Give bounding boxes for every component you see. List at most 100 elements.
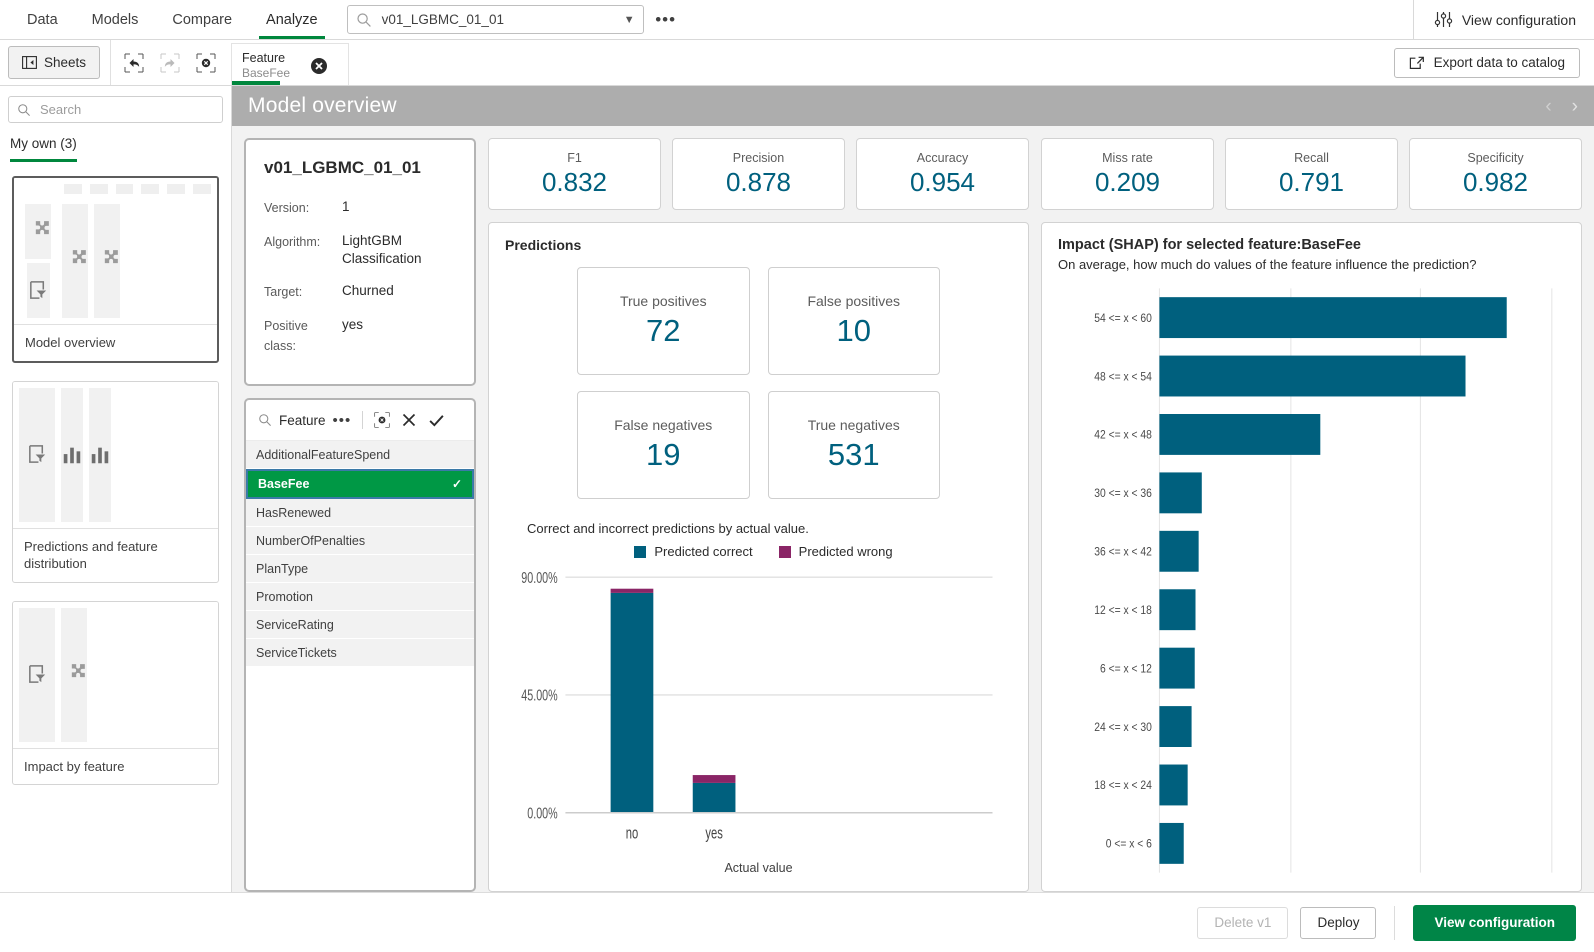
- cm-true-positives[interactable]: True positives 72: [577, 267, 750, 375]
- cm-true-negatives[interactable]: True negatives 531: [768, 391, 941, 499]
- sheets-button-label: Sheets: [44, 55, 86, 70]
- view-configuration-top-button[interactable]: View configuration: [1413, 0, 1594, 39]
- feature-list-item[interactable]: NumberOfPenalties: [246, 527, 474, 555]
- step-back-button[interactable]: [119, 48, 149, 78]
- model-info-value: yes: [342, 316, 363, 356]
- prev-sheet-button[interactable]: ‹: [1545, 97, 1551, 116]
- shap-subtitle: On average, how much do values of the fe…: [1058, 257, 1565, 272]
- sheet-card-model-overview[interactable]: Model overview: [12, 176, 219, 363]
- close-icon[interactable]: [310, 57, 328, 75]
- feature-list-item[interactable]: PlanType: [246, 555, 474, 583]
- kpi-accuracy[interactable]: Accuracy 0.954: [856, 138, 1029, 210]
- model-info-value: Churned: [342, 282, 394, 302]
- feature-list-item[interactable]: ServiceTickets: [246, 639, 474, 667]
- search-icon[interactable]: [258, 413, 272, 427]
- kpi-f1[interactable]: F1 0.832: [488, 138, 661, 210]
- sheet-card-predictions-and-feature-distribution[interactable]: Predictions and feature distribution: [12, 381, 219, 583]
- clear-selections-button[interactable]: [191, 48, 221, 78]
- predictions-chart-svg: 0.00%45.00%90.00%noyes: [505, 563, 1012, 861]
- search-icon: [356, 12, 372, 28]
- feature-list-item[interactable]: AdditionalFeatureSpend: [246, 441, 474, 469]
- confirm-selection-button[interactable]: [426, 410, 446, 430]
- nav-models[interactable]: Models: [75, 0, 156, 39]
- sheet-pagination: ‹ ›: [1545, 97, 1578, 116]
- check-icon: [428, 412, 445, 429]
- active-selection-chip[interactable]: Feature BaseFee: [231, 43, 349, 85]
- kpi-miss-rate[interactable]: Miss rate 0.209: [1041, 138, 1214, 210]
- sheet-search-placeholder: Search: [40, 102, 81, 117]
- cm-false-positives[interactable]: False positives 10: [768, 267, 941, 375]
- svg-text:54 <= x < 60: 54 <= x < 60: [1094, 312, 1152, 325]
- active-selection-value: BaseFee: [242, 66, 290, 81]
- kpi-value: 0.878: [726, 167, 791, 198]
- kpi-precision[interactable]: Precision 0.878: [672, 138, 845, 210]
- nav-analyze[interactable]: Analyze: [249, 0, 335, 39]
- step-back-icon: [123, 52, 145, 74]
- export-icon: [1409, 55, 1425, 70]
- feature-label: BaseFee: [258, 477, 309, 491]
- footer-bar: Delete v1 Deploy View configuration: [0, 892, 1594, 952]
- sheet-card-label: Predictions and feature distribution: [13, 528, 218, 582]
- filter-pane-icon: [27, 279, 50, 302]
- shap-bar-chart[interactable]: 54 <= x < 6048 <= x < 5442 <= x < 4830 <…: [1058, 282, 1565, 879]
- model-more-button[interactable]: •••: [653, 7, 679, 33]
- kpi-label: Miss rate: [1102, 151, 1153, 165]
- thumb-col-3: [94, 204, 120, 318]
- feature-list-item[interactable]: HasRenewed: [246, 499, 474, 527]
- clear-selection-button[interactable]: [372, 410, 392, 430]
- kpi-value: 0.982: [1463, 167, 1528, 198]
- svg-text:45.00%: 45.00%: [521, 687, 557, 704]
- feature-list-item[interactable]: Promotion: [246, 583, 474, 611]
- sheet-search-input[interactable]: Search: [8, 96, 223, 123]
- legend-item-predicted-wrong[interactable]: Predicted wrong: [779, 544, 893, 559]
- step-forward-button[interactable]: [155, 48, 185, 78]
- feature-label: PlanType: [256, 562, 308, 576]
- feature-list-item[interactable]: ServiceRating: [246, 611, 474, 639]
- kpi-recall[interactable]: Recall 0.791: [1225, 138, 1398, 210]
- export-data-button[interactable]: Export data to catalog: [1394, 48, 1580, 78]
- body: Search My own (3): [0, 86, 1594, 892]
- feature-label: ServiceTickets: [256, 646, 337, 660]
- shap-title: Impact (SHAP) for selected feature:BaseF…: [1058, 237, 1565, 253]
- deploy-button[interactable]: Deploy: [1300, 907, 1376, 939]
- feature-filter-pane: Feature •••: [244, 398, 476, 892]
- chevron-down-icon[interactable]: ▼: [624, 14, 635, 26]
- predictions-bar-chart[interactable]: 0.00%45.00%90.00%noyes: [505, 563, 1012, 861]
- sheet-title-bar: Model overview ‹ ›: [232, 86, 1594, 126]
- nav-compare[interactable]: Compare: [155, 0, 249, 39]
- model-search-box[interactable]: v01_LGBMC_01_01 ▼: [347, 5, 644, 34]
- thumb-col-2: [61, 608, 87, 742]
- model-info-key: Target:: [264, 282, 342, 302]
- svg-text:90.00%: 90.00%: [521, 569, 557, 586]
- feature-label: NumberOfPenalties: [256, 534, 365, 548]
- kpi-value: 0.954: [910, 167, 975, 198]
- tab-my-own[interactable]: My own (3): [10, 136, 77, 162]
- view-configuration-button[interactable]: View configuration: [1413, 905, 1576, 941]
- bar-chart-icon: [61, 444, 83, 466]
- shap-column: Miss rate 0.209 Recall 0.791 Specificity…: [1041, 138, 1582, 892]
- legend-item-predicted-correct[interactable]: Predicted correct: [634, 544, 752, 559]
- nav-data[interactable]: Data: [10, 0, 75, 39]
- thumb-col-2: [61, 388, 83, 522]
- feature-list[interactable]: AdditionalFeatureSpend BaseFee ✓ HasRene…: [246, 441, 474, 890]
- thumb-kpi-row: [20, 184, 211, 194]
- cm-false-negatives[interactable]: False negatives 19: [577, 391, 750, 499]
- predictions-column: F1 0.832 Precision 0.878 Accuracy 0.954: [488, 138, 1029, 892]
- model-info-value: 1: [342, 198, 350, 218]
- divider: [1394, 906, 1395, 940]
- delete-version-button[interactable]: Delete v1: [1197, 907, 1288, 939]
- sheet-card-label: Impact by feature: [13, 748, 218, 785]
- feature-list-item-selected[interactable]: BaseFee ✓: [246, 469, 474, 499]
- sheet-card-impact-by-feature[interactable]: Impact by feature: [12, 601, 219, 786]
- kpi-specificity[interactable]: Specificity 0.982: [1409, 138, 1582, 210]
- svg-text:0.00%: 0.00%: [527, 804, 557, 821]
- predictions-panel: Predictions True positives 72 False posi…: [488, 222, 1029, 892]
- cm-label: True positives: [620, 293, 707, 309]
- sheets-button[interactable]: Sheets: [8, 46, 100, 79]
- model-info-row-version: Version: 1: [264, 198, 456, 218]
- next-sheet-button[interactable]: ›: [1572, 97, 1578, 116]
- clear-selections-icon: [195, 52, 217, 74]
- feature-filter-more-button[interactable]: •••: [333, 412, 352, 429]
- cancel-selection-button[interactable]: [399, 410, 419, 430]
- filter-pane-icon: [26, 663, 49, 686]
